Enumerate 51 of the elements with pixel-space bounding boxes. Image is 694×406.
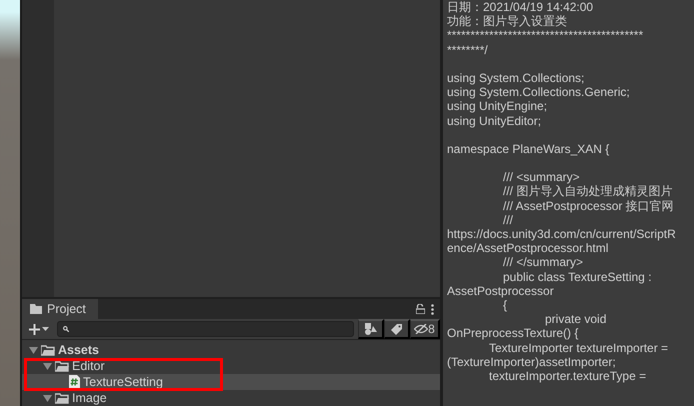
code-line: ///: [502, 212, 514, 227]
plus-icon: [29, 324, 40, 334]
folder-icon: [30, 304, 42, 314]
folder-icon: [41, 344, 55, 356]
folder-icon: [55, 360, 69, 372]
caret-icon: [42, 327, 49, 331]
lock-icon[interactable]: [416, 304, 425, 314]
more-options-icon[interactable]: [431, 304, 434, 314]
code-line: https://docs.unity3d.com/cn/current/ScriptR: [447, 227, 677, 242]
filter-by-type-button[interactable]: [358, 319, 384, 339]
code-line: using UnityEditor;: [447, 114, 542, 128]
search-icon: [63, 326, 69, 332]
tree-row[interactable]: Image: [22, 390, 440, 406]
tree-label: TextureSetting: [83, 375, 163, 389]
code-line: /// AssetPostprocessor 接口官网: [502, 198, 675, 213]
eye-hidden-icon: [414, 324, 428, 334]
code-line: using System.Collections.Generic;: [447, 85, 631, 100]
tree-row[interactable]: TextureSetting: [22, 374, 440, 390]
code-line: using UnityEngine;: [447, 99, 548, 114]
search-field[interactable]: [57, 321, 354, 337]
code-line: ******************************************: [447, 28, 644, 43]
script-file-icon: [69, 375, 80, 389]
code-line: 日期：2021/04/19 14:42:00: [447, 0, 594, 14]
tree-label: Editor: [72, 359, 105, 373]
hidden-packages-button[interactable]: 8: [410, 319, 440, 339]
code-line: (TextureImporter)assetImporter;: [447, 354, 617, 369]
code-line: private void: [544, 312, 608, 326]
tree-row[interactable]: Assets: [22, 342, 440, 358]
code-line: 功能：图片导入设置类: [447, 14, 568, 28]
expanded-arrow-icon[interactable]: [42, 394, 52, 402]
code-line: using System.Collections;: [447, 70, 586, 86]
tag-icon: [391, 324, 402, 334]
code-line: /// <summary>: [502, 170, 581, 184]
code-line: AssetPostprocessor: [447, 284, 555, 298]
code-line: {: [502, 298, 508, 312]
code-line: /// </summary>: [502, 255, 584, 270]
tree-label: Assets: [58, 343, 99, 357]
folder-icon: [55, 392, 69, 404]
project-tab[interactable]: Project: [22, 299, 98, 319]
code-line: namespace PlaneWars_XAN {: [447, 142, 610, 156]
tree-label: Image: [72, 391, 107, 405]
code-line: ********/: [447, 42, 489, 57]
filter-by-label-button[interactable]: [384, 319, 410, 339]
shapes-icon: [364, 323, 377, 335]
tree-row[interactable]: Editor: [22, 358, 440, 374]
code-line: OnPreprocessTexture() {: [447, 326, 580, 340]
code-line: ence/AssetPostprocessor.html: [447, 241, 610, 256]
code-line: /// 图片导入自动处理成精灵图片: [502, 184, 674, 199]
code-line: TextureImporter textureImporter =: [488, 340, 670, 355]
code-line: textureImporter.textureType =: [488, 368, 648, 384]
code-line: public class TextureSetting :: [502, 270, 653, 284]
